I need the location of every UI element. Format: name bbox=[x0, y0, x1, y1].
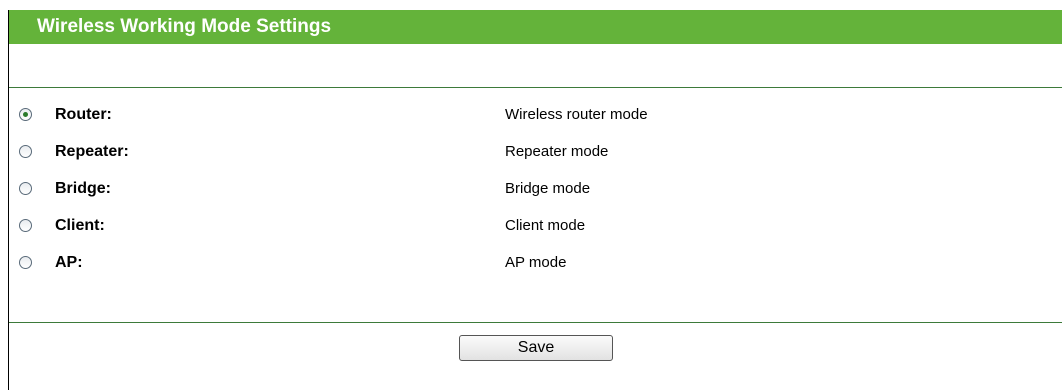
router-description: Wireless router mode bbox=[505, 106, 648, 123]
repeater-label: Repeater: bbox=[55, 143, 129, 160]
bridge-label: Bridge: bbox=[55, 180, 111, 197]
router-label: Router: bbox=[55, 106, 112, 123]
top-divider bbox=[9, 87, 1062, 88]
repeater-radio[interactable] bbox=[19, 145, 32, 158]
page-title: Wireless Working Mode Settings bbox=[37, 16, 332, 37]
ap-radio[interactable] bbox=[19, 256, 32, 269]
client-description: Client mode bbox=[505, 217, 586, 234]
client-radio[interactable] bbox=[19, 219, 32, 232]
title-bar: Wireless Working Mode Settings bbox=[9, 10, 1062, 44]
mode-row-client[interactable]: Client: Client mode bbox=[9, 211, 1062, 241]
save-button[interactable]: Save bbox=[459, 335, 613, 361]
client-label: Client: bbox=[55, 217, 105, 234]
settings-panel: Wireless Working Mode Settings Router: W… bbox=[8, 10, 1062, 390]
mode-row-ap[interactable]: AP: AP mode bbox=[9, 248, 1062, 278]
bottom-divider bbox=[9, 322, 1062, 323]
mode-row-repeater[interactable]: Repeater: Repeater mode bbox=[9, 137, 1062, 167]
repeater-description: Repeater mode bbox=[505, 143, 609, 160]
router-radio[interactable] bbox=[19, 108, 32, 121]
bridge-description: Bridge mode bbox=[505, 180, 591, 197]
ap-description: AP mode bbox=[505, 254, 567, 271]
radio-selected-dot bbox=[23, 112, 28, 117]
bridge-radio[interactable] bbox=[19, 182, 32, 195]
mode-row-bridge[interactable]: Bridge: Bridge mode bbox=[9, 174, 1062, 204]
ap-label: AP: bbox=[55, 254, 83, 271]
mode-row-router[interactable]: Router: Wireless router mode bbox=[9, 100, 1062, 130]
